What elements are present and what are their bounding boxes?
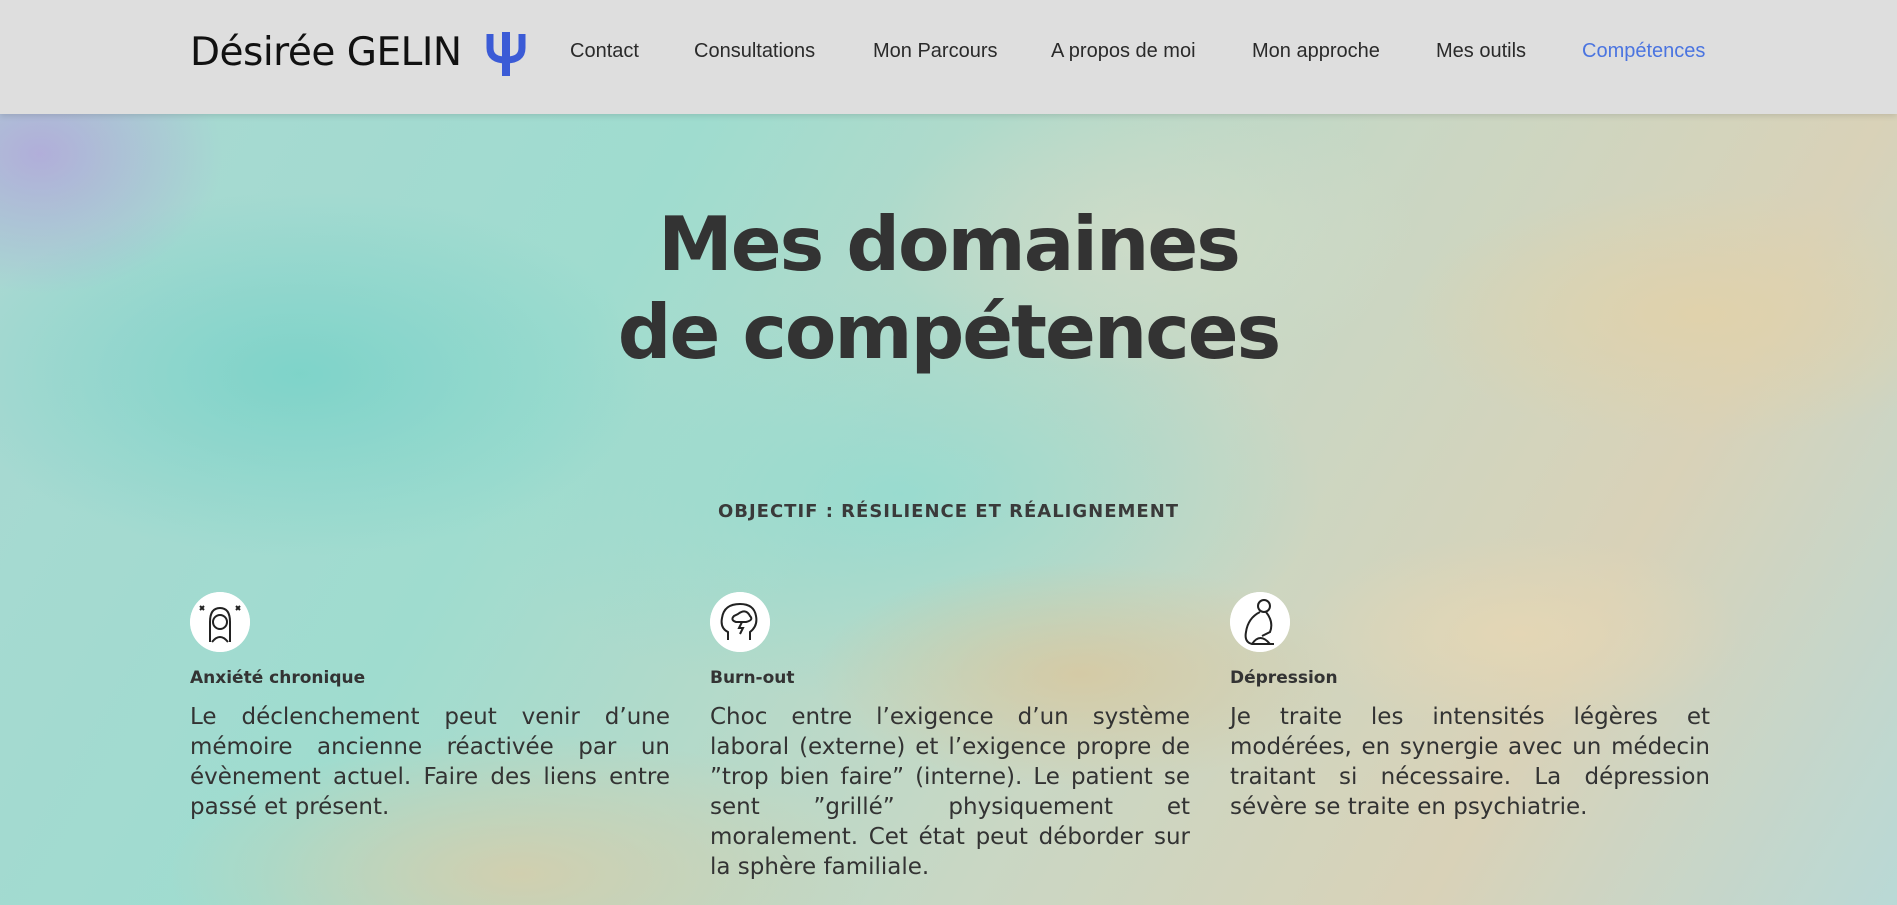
nav-contact[interactable]: Contact [570,40,639,63]
card-title: Anxiété chronique [190,668,366,688]
card-title: Burn-out [710,668,795,688]
page-title: Mes domaines de compétences [0,200,1897,376]
hero-section: Mes domaines de compétences OBJECTIF : R… [0,114,1897,905]
section-subtitle: OBJECTIF : RÉSILIENCE ET RÉALIGNEMENT [717,501,1180,522]
nav-mes-outils[interactable]: Mes outils [1436,40,1526,63]
card-text: Je traite les intensités légères et modé… [1230,704,1710,820]
anxious-person-icon [190,592,250,652]
site-header: Désirée GELIN Contact Consultations Mon … [0,0,1897,114]
brain-storm-icon [710,592,770,652]
competence-card-anxiety: Anxiété chronique Le déclenchement peut … [190,592,670,822]
card-text: Le déclenchement peut venir d’une mémoir… [190,704,670,820]
main-nav: Contact Consultations Mon Parcours A pro… [0,40,1897,70]
nav-mon-approche[interactable]: Mon approche [1252,40,1380,63]
nav-a-propos[interactable]: A propos de moi [1051,40,1196,63]
page-title-line1: Mes domaines [658,200,1241,288]
nav-mon-parcours[interactable]: Mon Parcours [873,40,998,63]
competence-card-burnout: Burn-out Choc entre l’exigence d’un syst… [710,592,1190,882]
card-text: Choc entre l’exigence d’un système labor… [710,704,1190,880]
sad-sitting-person-icon [1230,592,1290,652]
card-title: Dépression [1230,668,1338,688]
page-title-line2: de compétences [617,288,1281,376]
competence-card-depression: Dépression Je traite les intensités légè… [1230,592,1710,822]
nav-competences[interactable]: Compétences [1582,40,1705,63]
nav-consultations[interactable]: Consultations [694,40,815,63]
